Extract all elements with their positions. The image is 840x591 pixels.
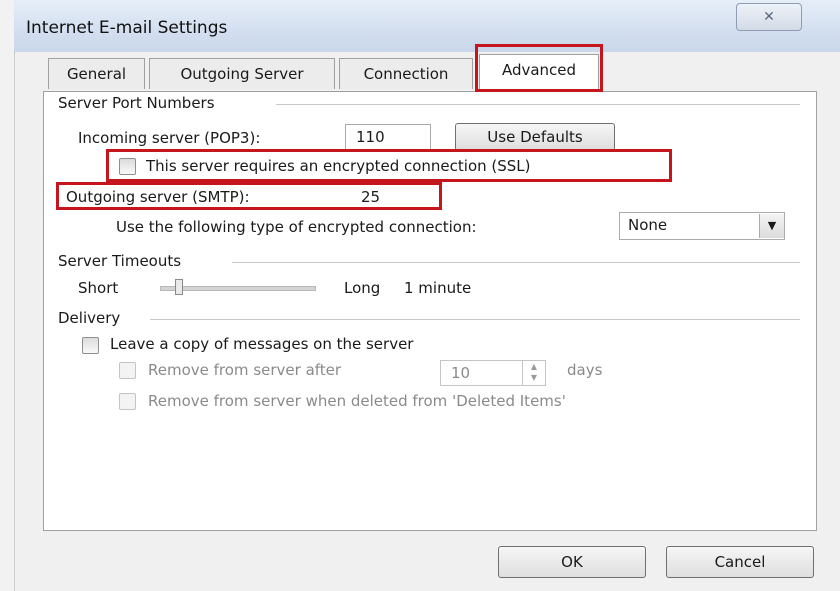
highlight-advanced-tab — [475, 44, 603, 92]
days-label: days — [567, 361, 603, 379]
timeout-slider[interactable] — [160, 286, 316, 291]
group-server-port-numbers: Server Port Numbers — [58, 94, 215, 112]
highlight-ssl — [106, 149, 672, 182]
timeout-short-label: Short — [78, 279, 119, 297]
tab-general[interactable]: General — [48, 58, 145, 89]
chevron-down-icon[interactable]: ▼ — [759, 214, 784, 238]
group-divider — [276, 104, 800, 105]
close-button[interactable]: ✕ — [736, 3, 802, 31]
remove-deleted-label: Remove from server when deleted from 'De… — [148, 392, 566, 410]
timeout-long-label: Long — [344, 279, 381, 297]
cancel-button[interactable]: Cancel — [666, 546, 814, 578]
timeout-value-label: 1 minute — [404, 279, 472, 297]
use-defaults-button[interactable]: Use Defaults — [455, 123, 615, 151]
group-server-timeouts: Server Timeouts — [58, 252, 182, 270]
remove-after-checkbox[interactable] — [119, 362, 136, 379]
window-title: Internet E-mail Settings — [26, 18, 228, 38]
background-window-edge — [0, 0, 15, 591]
timeout-slider-thumb[interactable] — [175, 279, 183, 295]
group-divider — [150, 319, 800, 320]
group-divider — [232, 262, 800, 263]
close-icon: ✕ — [763, 9, 775, 25]
incoming-server-label: Incoming server (POP3): — [78, 129, 261, 147]
tab-outgoing-server[interactable]: Outgoing Server — [149, 58, 335, 89]
encryption-type-value: None — [628, 216, 668, 234]
remove-after-days-input[interactable]: 10 ▲ ▼ — [440, 360, 546, 386]
tab-connection[interactable]: Connection — [339, 58, 473, 89]
remove-deleted-checkbox[interactable] — [119, 393, 136, 410]
leave-copy-checkbox[interactable] — [82, 337, 99, 354]
spinner-arrows-icon[interactable]: ▲ ▼ — [522, 361, 545, 385]
remove-after-label: Remove from server after — [148, 361, 342, 379]
remove-after-days-value: 10 — [451, 364, 471, 382]
encryption-type-select[interactable]: None ▼ — [619, 212, 785, 240]
group-delivery: Delivery — [58, 309, 121, 327]
leave-copy-label: Leave a copy of messages on the server — [110, 335, 414, 353]
incoming-port-input[interactable]: 110 — [345, 124, 431, 150]
encryption-type-label: Use the following type of encrypted conn… — [116, 218, 477, 236]
ok-button[interactable]: OK — [498, 546, 646, 578]
highlight-smtp — [56, 182, 442, 210]
